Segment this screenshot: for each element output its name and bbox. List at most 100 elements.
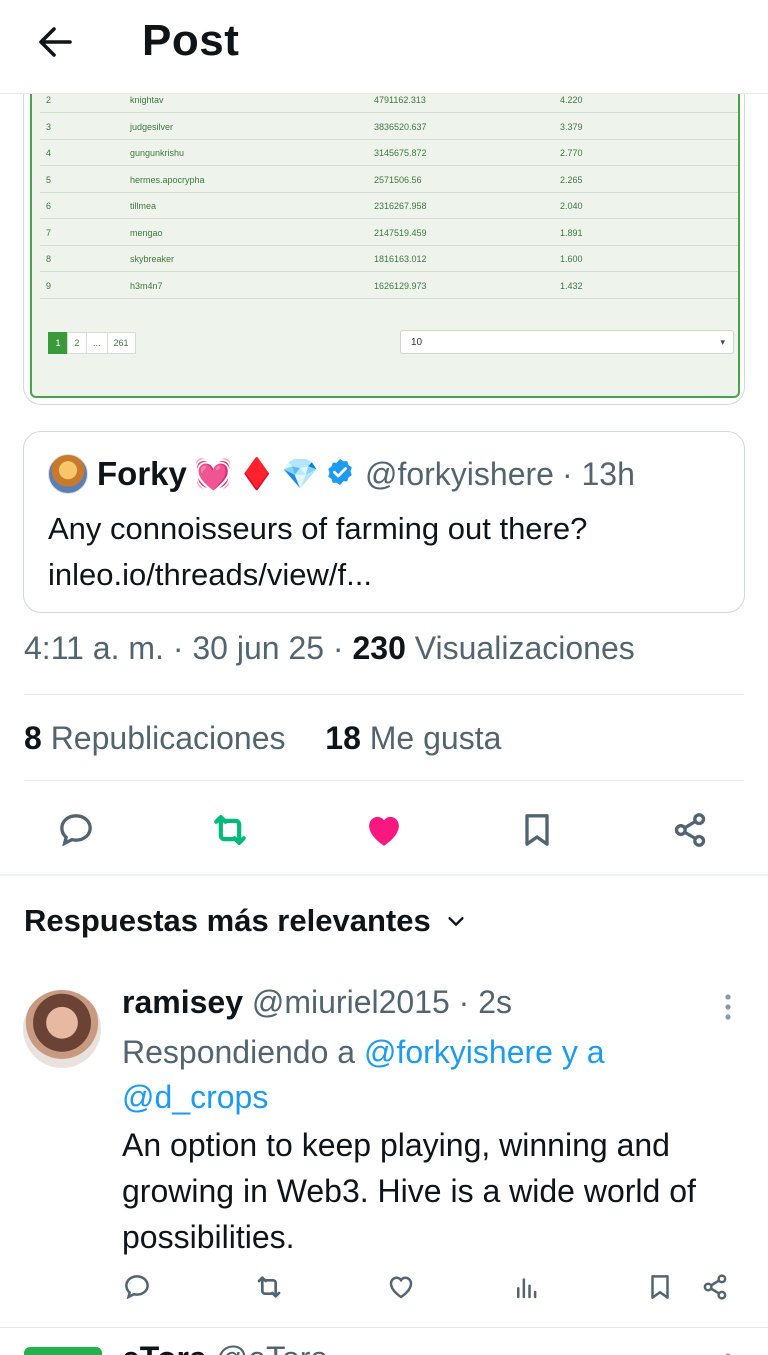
table-cell-score: 3145675.872 bbox=[374, 148, 427, 158]
back-arrow-icon[interactable] bbox=[34, 20, 78, 64]
table-cell-pct: 1.891 bbox=[560, 227, 583, 238]
table-cell-rank: 2 bbox=[46, 95, 52, 105]
page-button: 1 bbox=[48, 332, 68, 354]
likes-stat[interactable]: 18 Me gusta bbox=[325, 720, 501, 756]
bookmark-icon[interactable] bbox=[643, 1270, 677, 1304]
quoted-post-header: Forky 💓 ♦️ 💎 @forkyishere · 13h bbox=[48, 454, 635, 494]
views-label: Visualizaciones bbox=[414, 630, 635, 666]
post-media[interactable]: 2 knightav 4791162.313 4.220 3 judgesilver 383… bbox=[23, 80, 745, 405]
views-chart-icon[interactable] bbox=[510, 1270, 544, 1304]
table-cell-pct: 4.220 bbox=[560, 95, 583, 105]
post-meta: 4:11 a. m. · 30 jun 25 · 230 Visualizaci… bbox=[24, 630, 635, 667]
table-cell-name: tillmea bbox=[130, 201, 157, 211]
views-count: 230 bbox=[352, 630, 406, 666]
reply-post[interactable]: ramisey @miuriel2015 · 2s Respondiendo a… bbox=[0, 980, 768, 1325]
divider bbox=[0, 1327, 768, 1328]
share-icon[interactable] bbox=[698, 1270, 732, 1304]
table-cell-pct: 2.770 bbox=[560, 148, 583, 158]
reply-icon[interactable] bbox=[120, 1270, 154, 1304]
more-options-icon[interactable] bbox=[718, 992, 738, 1022]
table-cell-rank: 7 bbox=[46, 227, 52, 238]
table-cell-score: 2571506.56 bbox=[374, 174, 422, 185]
quoted-author-name: Forky bbox=[97, 455, 187, 492]
share-icon[interactable] bbox=[666, 806, 714, 854]
heart-emoji-icon: 💓 bbox=[194, 457, 233, 491]
table-cell-score: 2316267.958 bbox=[374, 201, 427, 211]
replies-sort-dropdown[interactable]: Respuestas más relevantes bbox=[24, 903, 467, 939]
table-cell-pct: 2.040 bbox=[560, 201, 583, 211]
reply-text: An option to keep playing, winning and g… bbox=[122, 1127, 696, 1255]
per-page-select: 10 ▾ bbox=[400, 330, 734, 354]
table-row: 4 gungunkrishu 3145675.872 2.770 bbox=[40, 140, 738, 166]
table-cell-rank: 8 bbox=[46, 254, 52, 264]
like-heart-icon[interactable] bbox=[360, 806, 408, 854]
quoted-post[interactable]: Forky 💓 ♦️ 💎 @forkyishere · 13h Any conn… bbox=[23, 431, 745, 613]
bookmark-icon[interactable] bbox=[513, 806, 561, 854]
replying-to: Respondiendo a @forkyishere y a @d_crops bbox=[122, 1030, 742, 1120]
avatar[interactable] bbox=[24, 1347, 102, 1355]
table-row: 8 skybreaker 1816163.012 1.600 bbox=[40, 246, 738, 272]
table-cell-rank: 5 bbox=[46, 174, 52, 185]
next-reply-header: eTora @eTora bbox=[122, 1340, 328, 1355]
table-cell-name: h3m4n7 bbox=[130, 280, 163, 291]
reposts-stat[interactable]: 8 Republicaciones bbox=[24, 720, 286, 756]
table-cell-pct: 1.600 bbox=[560, 254, 583, 264]
page-button: 2 bbox=[67, 332, 87, 354]
reply-author-name[interactable]: ramisey bbox=[122, 984, 243, 1020]
table-cell-name: knightav bbox=[130, 95, 164, 105]
verified-badge-icon bbox=[325, 457, 355, 492]
quoted-post-time: · 13h bbox=[561, 455, 635, 492]
reposts-label: Republicaciones bbox=[50, 720, 286, 756]
replies-heading: Respuestas más relevantes bbox=[24, 903, 431, 938]
quoted-post-text: Any connoisseurs of farming out there? i… bbox=[48, 511, 588, 592]
divider bbox=[24, 780, 744, 781]
table-cell-name: skybreaker bbox=[130, 254, 175, 264]
table-row: 5 hermes.apocrypha 2571506.56 2.265 bbox=[40, 167, 738, 193]
gem-emoji-icon: 💎 bbox=[281, 457, 319, 491]
table-row: 9 h3m4n7 1626129.973 1.432 bbox=[40, 273, 738, 299]
reply-author-handle: @eTora bbox=[216, 1340, 329, 1355]
reposts-count: 8 bbox=[24, 720, 42, 756]
leaderboard-table: 2 knightav 4791162.313 4.220 3 judgesilver 383… bbox=[30, 80, 740, 398]
page-button: 261 bbox=[106, 332, 136, 354]
table-cell-name: hermes.apocrypha bbox=[130, 174, 205, 185]
chevron-down-icon: ▾ bbox=[720, 337, 725, 347]
table-cell-name: gungunkrishu bbox=[130, 148, 185, 158]
table-cell-score: 2147519.459 bbox=[374, 227, 427, 238]
top-bar: Post bbox=[0, 0, 768, 94]
table-cell-rank: 4 bbox=[46, 148, 52, 158]
reply-action-bar bbox=[0, 1270, 768, 1306]
likes-count: 18 bbox=[325, 720, 361, 756]
replying-to-prefix: Respondiendo a bbox=[122, 1034, 356, 1070]
post-action-bar bbox=[0, 806, 768, 854]
table-row: 6 tillmea 2316267.958 2.040 bbox=[40, 193, 738, 219]
table-cell-score: 1626129.973 bbox=[374, 280, 427, 291]
diamond-suit-emoji-icon: ♦️ bbox=[238, 457, 276, 491]
reply-header: ramisey @miuriel2015 · 2s bbox=[122, 984, 512, 1021]
page-title: Post bbox=[142, 16, 240, 65]
section-divider bbox=[0, 874, 768, 876]
reply-icon[interactable] bbox=[52, 806, 100, 854]
table-row: 3 judgesilver 3836520.637 3.379 bbox=[40, 114, 738, 140]
table-cell-score: 3836520.637 bbox=[374, 121, 427, 132]
table-cell-rank: 9 bbox=[46, 280, 52, 291]
table-cell-score: 4791162.313 bbox=[374, 95, 426, 105]
table-cell-pct: 2.265 bbox=[560, 174, 583, 185]
repost-icon[interactable] bbox=[206, 806, 254, 854]
avatar bbox=[48, 454, 88, 494]
repost-icon[interactable] bbox=[252, 1270, 286, 1304]
page-button: ... bbox=[86, 332, 108, 354]
table-cell-score: 1816163.012 bbox=[374, 254, 427, 264]
avatar[interactable] bbox=[23, 990, 101, 1068]
reply-author-name[interactable]: eTora bbox=[122, 1340, 207, 1355]
post-stats: 8 Republicaciones 18 Me gusta bbox=[24, 720, 501, 757]
like-heart-icon[interactable] bbox=[384, 1270, 418, 1304]
likes-label: Me gusta bbox=[369, 720, 502, 756]
table-cell-name: judgesilver bbox=[130, 121, 174, 132]
table-cell-pct: 1.432 bbox=[560, 280, 583, 291]
pagination: 1 2 ... 261 bbox=[48, 332, 136, 354]
table-cell-rank: 3 bbox=[46, 121, 52, 132]
table-row: 7 mengao 2147519.459 1.891 bbox=[40, 220, 738, 246]
reply-author-handle: @miuriel2015 · 2s bbox=[251, 984, 513, 1020]
more-options-icon[interactable] bbox=[718, 1348, 738, 1355]
